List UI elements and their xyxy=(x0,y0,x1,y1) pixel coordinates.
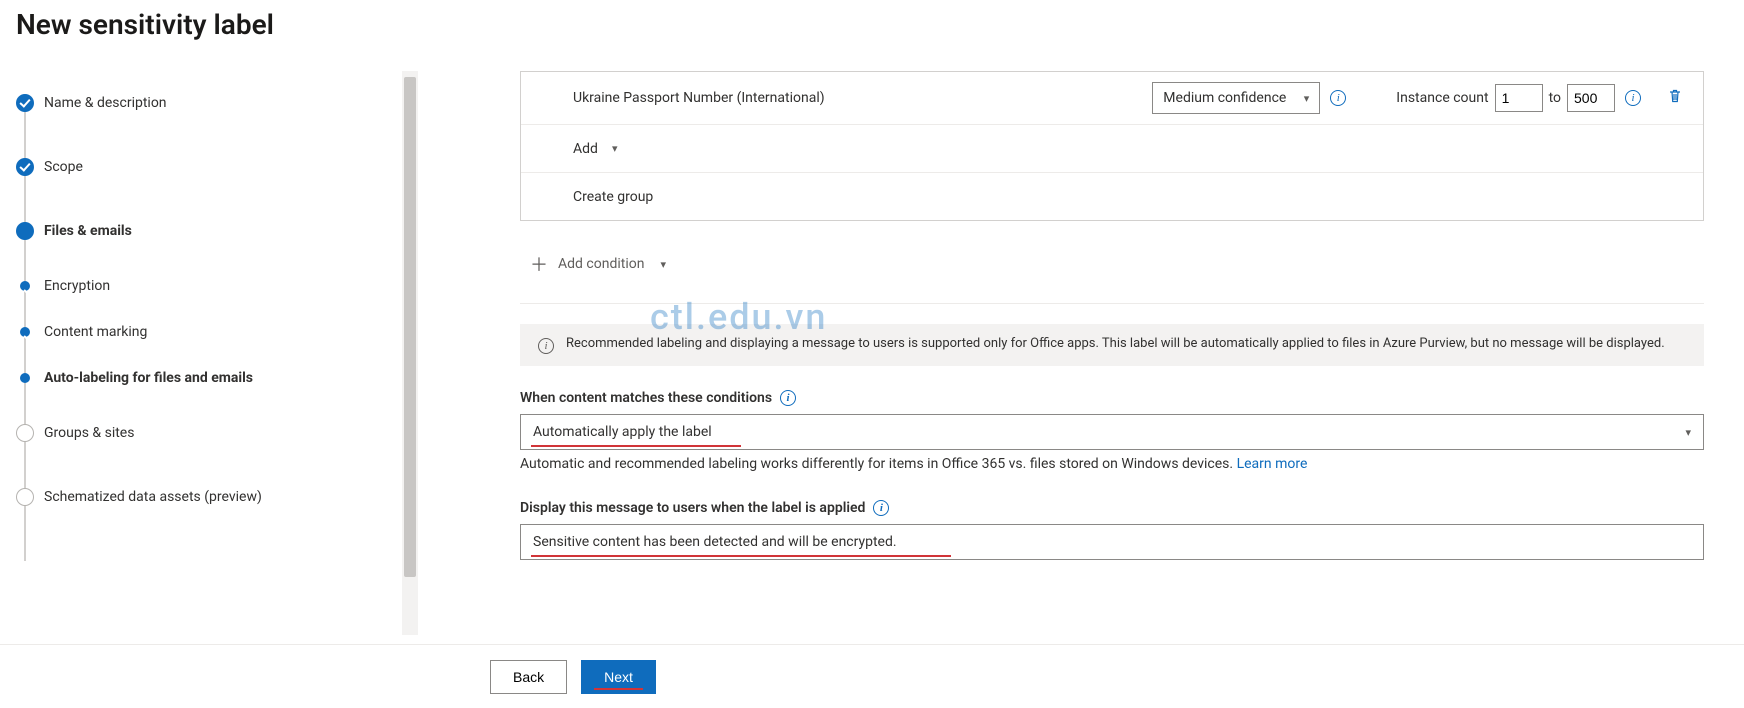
dot-icon xyxy=(20,281,30,291)
highlight-underline xyxy=(594,688,643,690)
create-group-button[interactable]: Create group xyxy=(521,172,1703,220)
main-content: Ukraine Passport Number (International) … xyxy=(420,71,1744,635)
sensitive-info-row: Ukraine Passport Number (International) … xyxy=(521,72,1703,124)
dot-icon xyxy=(20,327,30,337)
instance-from-input[interactable] xyxy=(1495,84,1543,112)
add-condition-button[interactable]: ＋ Add condition ▾ xyxy=(530,251,666,277)
chevron-down-icon: ▾ xyxy=(660,258,666,271)
info-icon[interactable]: i xyxy=(780,390,796,406)
step-groups-sites[interactable]: Groups & sites xyxy=(16,401,420,465)
highlight-underline xyxy=(531,555,951,557)
info-icon[interactable]: i xyxy=(1625,90,1641,106)
apply-label-select[interactable]: Automatically apply the label ▾ xyxy=(520,414,1704,450)
delete-icon[interactable] xyxy=(1667,88,1683,108)
sit-name-label: Ukraine Passport Number (International) xyxy=(573,90,1152,106)
divider xyxy=(520,303,1704,304)
info-banner: i Recommended labeling and displaying a … xyxy=(520,324,1704,366)
back-button[interactable]: Back xyxy=(490,660,567,694)
next-button[interactable]: Next xyxy=(581,660,656,694)
helper-text: Automatic and recommended labeling works… xyxy=(520,456,1704,472)
step-auto-labeling[interactable]: Auto-labeling for files and emails xyxy=(16,355,420,401)
info-icon: i xyxy=(538,338,554,354)
scrollbar-thumb[interactable] xyxy=(404,77,416,577)
chevron-down-icon: ▾ xyxy=(1304,92,1310,105)
dot-icon xyxy=(20,373,30,383)
step-name-description[interactable]: Name & description xyxy=(16,71,420,135)
instance-count-label: Instance count xyxy=(1396,90,1488,106)
page-title: New sensitivity label xyxy=(0,0,1744,41)
wizard-sidebar: Name & description Scope Files & emails … xyxy=(0,71,420,635)
step-schematized-assets[interactable]: Schematized data assets (preview) xyxy=(16,465,420,529)
instance-to-input[interactable] xyxy=(1567,84,1615,112)
info-icon[interactable]: i xyxy=(1330,90,1346,106)
sidebar-scrollbar[interactable] xyxy=(402,71,418,635)
plus-icon: ＋ xyxy=(530,251,548,277)
confidence-select[interactable]: Medium confidence ▾ xyxy=(1152,82,1320,114)
chevron-down-icon: ▾ xyxy=(612,142,618,155)
circle-icon xyxy=(16,488,34,506)
wizard-footer: Back Next xyxy=(0,644,1744,708)
circle-icon xyxy=(16,424,34,442)
condition-group: Ukraine Passport Number (International) … xyxy=(520,71,1704,221)
dot-icon xyxy=(16,222,34,240)
display-message-input[interactable]: Sensitive content has been detected and … xyxy=(520,524,1704,560)
info-icon[interactable]: i xyxy=(873,500,889,516)
check-icon xyxy=(16,94,34,112)
highlight-underline xyxy=(531,445,741,447)
learn-more-link[interactable]: Learn more xyxy=(1237,456,1308,472)
check-icon xyxy=(16,158,34,176)
match-conditions-heading: When content matches these conditions i xyxy=(520,390,796,406)
step-files-emails[interactable]: Files & emails xyxy=(16,199,420,263)
to-label: to xyxy=(1549,90,1561,106)
step-content-marking[interactable]: Content marking xyxy=(16,309,420,355)
step-scope[interactable]: Scope xyxy=(16,135,420,199)
add-sit-button[interactable]: Add ▾ xyxy=(521,124,1703,172)
step-encryption[interactable]: Encryption xyxy=(16,263,420,309)
chevron-down-icon: ▾ xyxy=(1685,426,1691,439)
display-message-heading: Display this message to users when the l… xyxy=(520,500,889,516)
